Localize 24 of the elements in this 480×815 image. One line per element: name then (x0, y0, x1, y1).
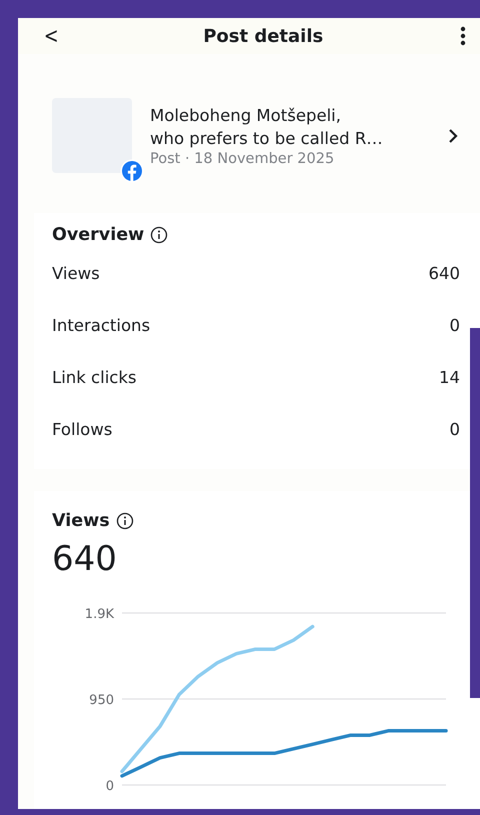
metric-value: 640 (428, 264, 460, 282)
post-row[interactable]: Moleboheng Motšepeli, who prefers to be called R… Post · 18 November 2025 (18, 98, 480, 185)
y-tick-label: 1.9K (84, 607, 114, 622)
metric-label: Follows (52, 420, 112, 438)
info-icon[interactable] (150, 226, 168, 244)
more-icon[interactable] (460, 26, 466, 46)
views-total: 640 (52, 539, 118, 579)
info-icon[interactable] (116, 512, 134, 530)
chevron-right-icon (448, 128, 458, 144)
metric-value: 14 (439, 368, 460, 386)
back-button[interactable]: < (39, 24, 64, 48)
post-title: Moleboheng Motšepeli, who prefers to be called R… (150, 105, 384, 150)
metric-label: Views (52, 264, 100, 282)
y-tick-label: 950 (89, 693, 114, 708)
post-meta: Post · 18 November 2025 (150, 151, 336, 167)
facebook-icon (120, 159, 144, 183)
y-tick-label: 0 (106, 779, 114, 794)
metric-label: Interactions (52, 316, 150, 334)
metric-value: 0 (450, 316, 460, 334)
page-title: Post details (203, 26, 324, 46)
metric-value: 0 (450, 420, 460, 438)
metric-label: Link clicks (52, 368, 136, 386)
section-heading: Overview (52, 225, 144, 245)
section-heading: Views (52, 511, 110, 531)
